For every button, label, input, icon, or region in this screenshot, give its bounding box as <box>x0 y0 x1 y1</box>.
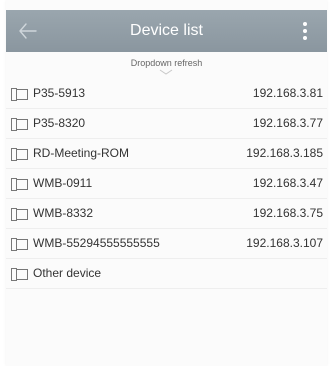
device-ip: 192.168.3.185 <box>246 146 323 160</box>
app-frame: Device list Dropdown refresh P35-5913 19… <box>6 0 327 366</box>
device-name: WMB-55294555555555 <box>33 236 160 250</box>
other-device-row[interactable]: Other device <box>6 259 327 289</box>
device-name: WMB-8332 <box>33 206 94 220</box>
device-ip: 192.168.3.81 <box>252 86 323 100</box>
refresh-hint-text: Dropdown refresh <box>130 58 203 68</box>
device-ip: 192.168.3.107 <box>246 236 323 250</box>
device-row[interactable]: P35-8320 192.168.3.77 <box>6 109 327 139</box>
device-icon <box>11 268 28 281</box>
page-title: Device list <box>130 22 203 39</box>
device-icon <box>11 88 28 101</box>
chevron-down-icon <box>159 69 173 75</box>
device-ip: 192.168.3.75 <box>252 206 323 220</box>
device-icon <box>11 238 28 251</box>
device-row[interactable]: P35-5913 192.168.3.81 <box>6 79 327 109</box>
device-name: P35-5913 <box>33 86 86 100</box>
title-bar: Device list <box>6 10 327 52</box>
device-name: WMB-0911 <box>33 176 93 190</box>
back-arrow-icon[interactable] <box>18 22 38 40</box>
more-vertical-icon[interactable] <box>301 22 309 40</box>
device-row[interactable]: WMB-8332 192.168.3.75 <box>6 199 327 229</box>
device-row[interactable]: WMB-0911 192.168.3.47 <box>6 169 327 199</box>
device-ip: 192.168.3.47 <box>252 176 323 190</box>
device-ip: 192.168.3.77 <box>252 116 323 130</box>
device-name: P35-8320 <box>33 116 86 130</box>
device-list: P35-5913 192.168.3.81 P35-8320 192.168.3… <box>6 79 327 289</box>
device-row[interactable]: WMB-55294555555555 192.168.3.107 <box>6 229 327 259</box>
device-icon <box>11 208 28 221</box>
device-row[interactable]: RD-Meeting-ROM 192.168.3.185 <box>6 139 327 169</box>
device-icon <box>11 178 28 191</box>
device-name: Other device <box>33 266 102 280</box>
pull-to-refresh-hint: Dropdown refresh <box>6 54 327 76</box>
device-icon <box>11 118 28 131</box>
device-icon <box>11 148 28 161</box>
device-name: RD-Meeting-ROM <box>33 146 130 160</box>
